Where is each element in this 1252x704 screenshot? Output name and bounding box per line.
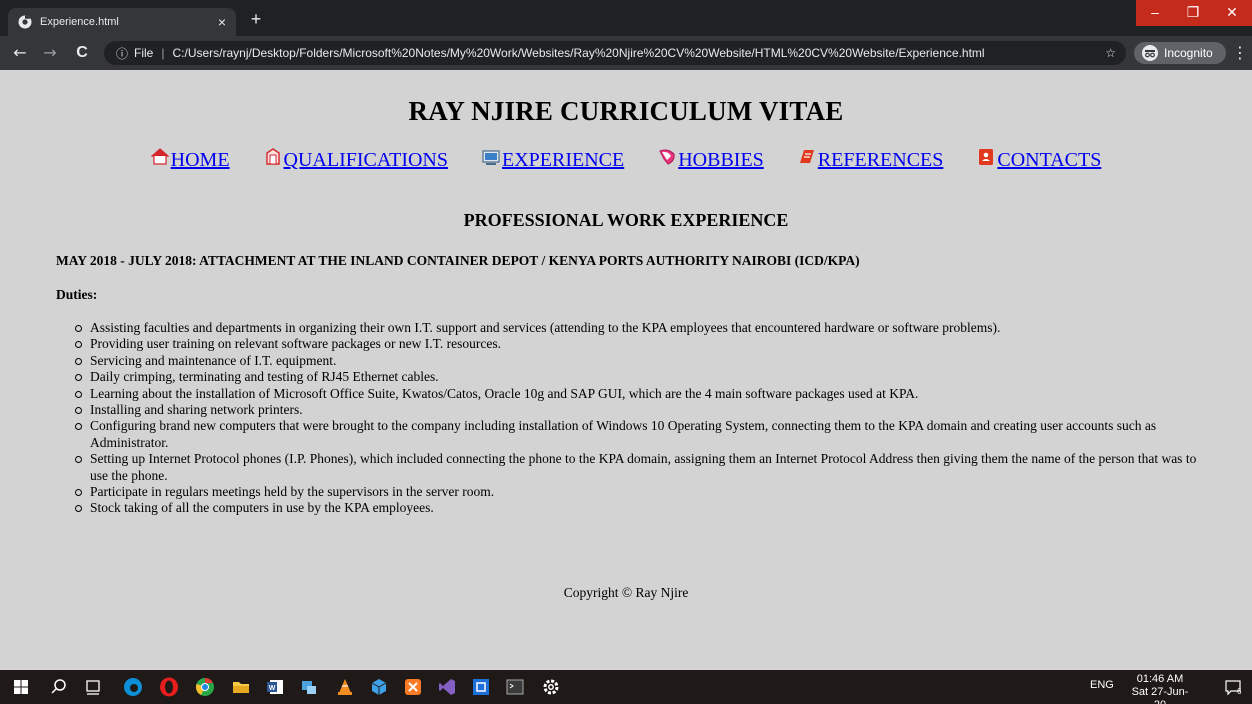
word-icon[interactable]: W bbox=[264, 676, 286, 698]
nav-hobbies-label: HOBBIES bbox=[678, 149, 764, 171]
terminal-icon[interactable] bbox=[504, 676, 526, 698]
system-tray: ENG bbox=[1090, 679, 1114, 691]
svg-text:W: W bbox=[269, 685, 276, 692]
clock-time: 01:46 AM bbox=[1136, 673, 1184, 685]
snipping-tool-icon[interactable] bbox=[298, 676, 320, 698]
nav-qualifications-link[interactable]: QUALIFICATIONS bbox=[264, 148, 448, 172]
xampp-icon[interactable] bbox=[402, 676, 424, 698]
app-window-icon[interactable] bbox=[470, 676, 492, 698]
file-explorer-icon[interactable] bbox=[230, 676, 252, 698]
nav-references-link[interactable]: REFERENCES bbox=[798, 148, 944, 172]
home-icon bbox=[150, 148, 169, 165]
duty-item: Daily crimping, terminating and testing … bbox=[56, 369, 1216, 385]
notification-center-icon[interactable]: 6 bbox=[1224, 678, 1242, 696]
duty-item: Learning about the installation of Micro… bbox=[56, 386, 1216, 402]
duty-item: Participate in regulars meetings held by… bbox=[56, 484, 1216, 500]
windows-taskbar: W ENG 01:46 AM Sat 27-Jun-20 6 bbox=[0, 670, 1252, 704]
nav-hobbies-link[interactable]: HOBBIES bbox=[658, 148, 764, 172]
duty-item: Setting up Internet Protocol phones (I.P… bbox=[56, 451, 1216, 484]
copyright-footer: Copyright © Ray Njire bbox=[563, 585, 689, 600]
duties-list: Assisting faculties and departments in o… bbox=[56, 320, 1216, 517]
notification-count: 6 bbox=[1237, 687, 1242, 696]
nav-home-label: HOME bbox=[170, 149, 230, 171]
browser-menu-icon[interactable]: ⋮ bbox=[1232, 43, 1248, 63]
vlc-icon[interactable] bbox=[334, 676, 356, 698]
section-heading: PROFESSIONAL WORK EXPERIENCE bbox=[463, 210, 789, 230]
address-bar[interactable]: ⓘ File | C:/Users/raynj/Desktop/Folders/… bbox=[104, 41, 1126, 65]
edge-icon[interactable] bbox=[122, 676, 144, 698]
browser-toolbar: ← → C ⓘ File | C:/Users/raynj/Desktop/Fo… bbox=[0, 36, 1252, 70]
duty-item: Servicing and maintenance of I.T. equipm… bbox=[56, 353, 1216, 369]
incognito-label: Incognito bbox=[1164, 46, 1213, 60]
site-info-icon[interactable]: ⓘ bbox=[116, 45, 128, 62]
page-title: RAY NJIRE CURRICULUM VITAE bbox=[408, 96, 844, 126]
browser-tab-bar: Experience.html × + – ❐ ✕ bbox=[0, 0, 1252, 36]
window-restore-button[interactable]: ❐ bbox=[1174, 0, 1212, 26]
reload-button[interactable]: C bbox=[72, 43, 92, 63]
url-separator: | bbox=[161, 46, 165, 60]
job-title: MAY 2018 - JULY 2018: ATTACHMENT AT THE … bbox=[56, 253, 860, 268]
forward-button[interactable]: → bbox=[40, 43, 60, 63]
task-view-icon[interactable] bbox=[82, 676, 104, 698]
duties-label: Duties: bbox=[56, 287, 98, 302]
nav-experience-link[interactable]: EXPERIENCE bbox=[482, 148, 624, 172]
duty-item: Assisting faculties and departments in o… bbox=[56, 320, 1216, 336]
nav-qualifications-label: QUALIFICATIONS bbox=[283, 149, 448, 171]
duty-item: Stock taking of all the computers in use… bbox=[56, 500, 1216, 516]
bookmark-star-icon[interactable]: ☆ bbox=[1105, 46, 1116, 60]
nav-contacts-link[interactable]: CONTACTS bbox=[977, 148, 1101, 172]
nav-contacts-label: CONTACTS bbox=[997, 149, 1102, 171]
window-close-button[interactable]: ✕ bbox=[1212, 0, 1252, 26]
experience-icon bbox=[482, 150, 500, 165]
nav-experience-label: EXPERIENCE bbox=[502, 149, 625, 171]
tab-close-icon[interactable]: × bbox=[218, 14, 226, 30]
duty-item: Configuring brand new computers that wer… bbox=[56, 418, 1216, 451]
duty-item: Installing and sharing network printers. bbox=[56, 402, 1216, 418]
clock-date: Sat 27-Jun-20 bbox=[1131, 686, 1189, 704]
url-scheme-label: File bbox=[134, 46, 154, 60]
window-minimize-button[interactable]: – bbox=[1136, 0, 1174, 26]
duty-item: Providing user training on relevant soft… bbox=[56, 336, 1216, 352]
page-content: RAY NJIRE CURRICULUM VITAE HOME QUALIFIC… bbox=[0, 70, 1252, 670]
tab-title: Experience.html bbox=[40, 16, 119, 28]
3d-box-icon[interactable] bbox=[368, 676, 390, 698]
settings-gear-icon[interactable] bbox=[540, 676, 562, 698]
windows-start-icon[interactable] bbox=[10, 676, 32, 698]
site-nav: HOME QUALIFICATIONS EXPERIENCE HOBBIES R… bbox=[0, 148, 1252, 172]
browser-tab[interactable]: Experience.html × bbox=[8, 8, 236, 36]
incognito-icon bbox=[1142, 45, 1158, 61]
tray-lang[interactable]: ENG bbox=[1090, 679, 1114, 691]
nav-home-link[interactable]: HOME bbox=[150, 148, 230, 172]
taskbar-clock[interactable]: 01:46 AM Sat 27-Jun-20 bbox=[1130, 673, 1190, 704]
chrome-icon[interactable] bbox=[194, 676, 216, 698]
chrome-favicon-icon bbox=[18, 15, 32, 29]
contacts-icon bbox=[979, 149, 994, 165]
references-icon bbox=[799, 150, 814, 163]
visual-studio-icon[interactable] bbox=[436, 676, 458, 698]
url-text[interactable]: C:/Users/raynj/Desktop/Folders/Microsoft… bbox=[172, 46, 1097, 60]
nav-references-label: REFERENCES bbox=[817, 149, 944, 171]
back-button[interactable]: ← bbox=[10, 43, 30, 63]
opera-icon[interactable] bbox=[158, 676, 180, 698]
search-icon[interactable] bbox=[48, 676, 70, 698]
qualifications-icon bbox=[265, 148, 280, 165]
incognito-badge[interactable]: Incognito bbox=[1134, 42, 1226, 64]
new-tab-button[interactable]: + bbox=[244, 8, 268, 32]
hobbies-icon bbox=[659, 149, 675, 165]
